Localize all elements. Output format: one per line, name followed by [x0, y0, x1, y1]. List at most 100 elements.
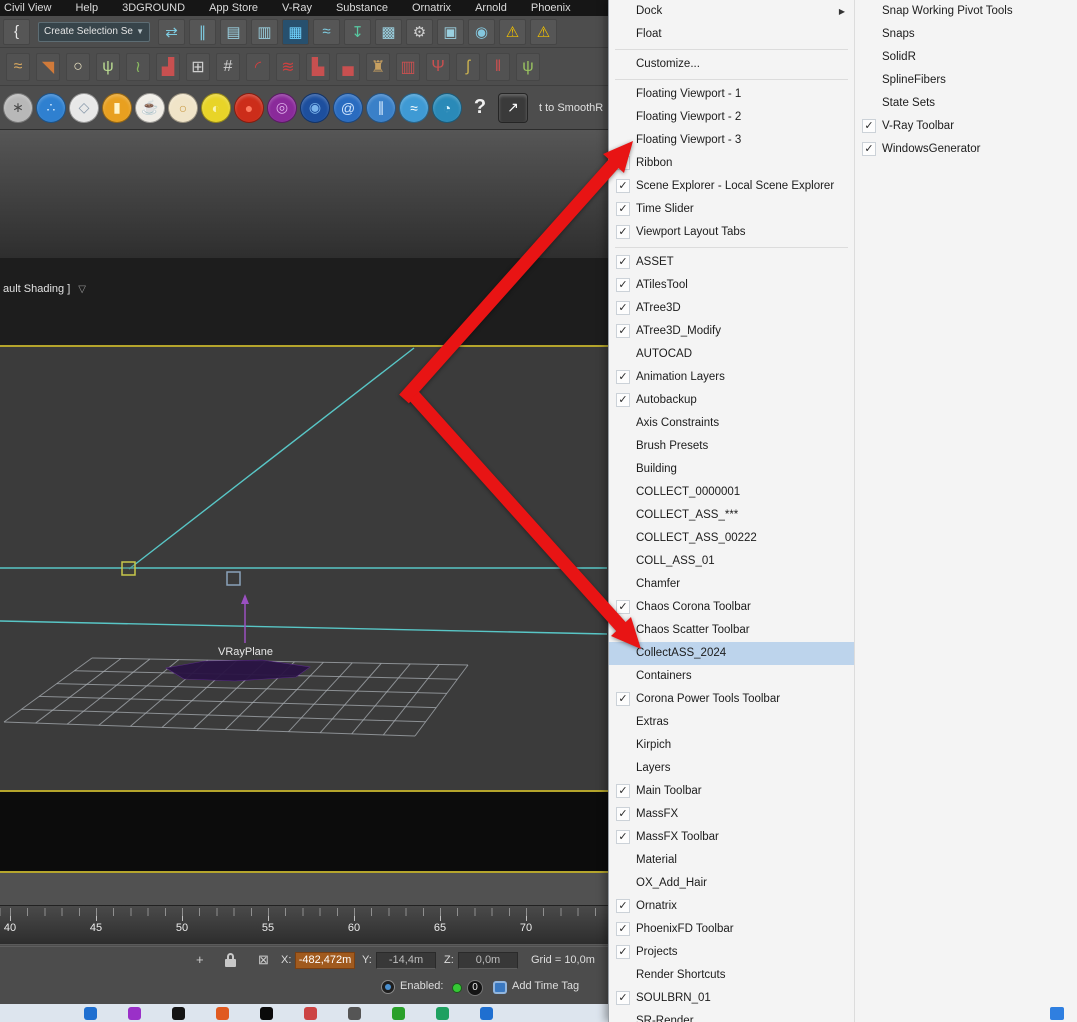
water-drops-icon[interactable]: ∴ — [36, 92, 66, 123]
viewport-shading-label[interactable]: ault Shading ] ▽ — [3, 283, 86, 295]
absolute-mode-icon[interactable]: ⊠ — [258, 952, 269, 968]
z-coordinate-field[interactable]: 0,0m — [458, 952, 518, 969]
menu-item-autocad[interactable]: AUTOCAD — [609, 343, 854, 366]
menu-item-projects[interactable]: ✓ Projects — [609, 941, 854, 964]
menu-item-windowsgenerator[interactable]: ✓ WindowsGenerator — [855, 138, 1077, 161]
menu-item-brush-presets[interactable]: Brush Presets — [609, 435, 854, 458]
menu-item-chaos-corona-toolbar[interactable]: ✓ Chaos Corona Toolbar — [609, 596, 854, 619]
align-icon[interactable]: ∥ — [189, 18, 216, 45]
red-bars-icon[interactable]: ▥ — [396, 52, 420, 81]
taskbar-app-icon[interactable] — [436, 1006, 449, 1020]
menu-item-containers[interactable]: Containers — [609, 665, 854, 688]
enabled-indicator[interactable] — [452, 983, 462, 993]
beer-mug-icon[interactable]: ▮ — [102, 92, 132, 123]
menu-item-v-ray-toolbar[interactable]: ✓ V-Ray Toolbar — [855, 115, 1077, 138]
menubar-item-civil-view[interactable]: Civil View — [0, 2, 63, 14]
menu-item-dock[interactable]: Dock ▶ — [609, 0, 854, 23]
willow-icon[interactable]: ʃ — [456, 52, 480, 81]
menu-item-state-sets[interactable]: State Sets — [855, 92, 1077, 115]
taskbar-app-icon[interactable] — [304, 1006, 317, 1020]
sea-globe-icon[interactable]: ◔ — [432, 92, 462, 123]
purple-disc-icon[interactable]: ◎ — [267, 92, 297, 123]
menu-item-ox-add-hair[interactable]: OX_Add_Hair — [609, 872, 854, 895]
menu-item-corona-power-tools-toolbar[interactable]: ✓ Corona Power Tools Toolbar — [609, 688, 854, 711]
blue-swirl-icon[interactable]: ◉ — [300, 92, 330, 123]
menu-item-floating-viewport-1[interactable]: Floating Viewport - 1 — [609, 83, 854, 106]
filter-icon[interactable]: ▽ — [78, 284, 86, 295]
menu-item-collect-ass-00222[interactable]: COLLECT_ASS_00222 — [609, 527, 854, 550]
pointer-icon[interactable]: ↗ — [498, 92, 528, 123]
add-time-tag-button[interactable]: Add Time Tag — [512, 980, 579, 992]
crosshair-grid-icon[interactable]: # — [216, 52, 240, 81]
menubar-item-phoenix[interactable]: Phoenix — [519, 2, 583, 14]
histogram-icon[interactable]: ▟ — [156, 52, 180, 81]
taskbar-app-icon[interactable] — [480, 1006, 493, 1020]
material-editor-icon[interactable]: ▩ — [375, 18, 402, 45]
taskbar-app-icon[interactable] — [392, 1006, 405, 1020]
menu-item-viewport-layout-tabs[interactable]: ✓ Viewport Layout Tabs — [609, 221, 854, 244]
fern-icon[interactable]: ≀ — [126, 52, 150, 81]
menu-item-ribbon[interactable]: ✓ Ribbon — [609, 152, 854, 175]
taskbar-app-icon[interactable] — [348, 1006, 361, 1020]
x-coordinate-field[interactable]: -482,472m — [295, 952, 355, 969]
counter-badge[interactable]: 0 — [467, 980, 483, 996]
lemon-icon[interactable]: ◐ — [201, 92, 231, 123]
menu-item-massfx-toolbar[interactable]: ✓ MassFX Toolbar — [609, 826, 854, 849]
menubar-item-app-store[interactable]: App Store — [197, 2, 270, 14]
menu-item-coll-ass-01[interactable]: COLL_ASS_01 — [609, 550, 854, 573]
menu-item-axis-constraints[interactable]: Axis Constraints — [609, 412, 854, 435]
menu-item-scene-explorer-local-scene-explorer[interactable]: ✓ Scene Explorer - Local Scene Explorer — [609, 175, 854, 198]
menu-item-massfx[interactable]: ✓ MassFX — [609, 803, 854, 826]
taskbar-tray-icon[interactable] — [1050, 1007, 1064, 1020]
splash-icon[interactable]: ≈ — [6, 52, 30, 81]
status-circle-icon[interactable] — [381, 980, 395, 994]
red-plant-icon[interactable]: Ψ — [426, 52, 450, 81]
menu-item-animation-layers[interactable]: ✓ Animation Layers — [609, 366, 854, 389]
menu-item-floating-viewport-2[interactable]: Floating Viewport - 2 — [609, 106, 854, 129]
reed-icon[interactable]: ‖ — [486, 52, 510, 81]
red-waves-icon[interactable]: ≋ — [276, 52, 300, 81]
taskbar-app-icon[interactable] — [216, 1006, 229, 1020]
grid-icon[interactable]: ⊞ — [186, 52, 210, 81]
layer-explorer-icon[interactable]: ▤ — [220, 18, 247, 45]
menu-item-atilestool[interactable]: ✓ ATilesTool — [609, 274, 854, 297]
selection-gizmo-icon[interactable]: + — [196, 952, 204, 967]
pin-icon[interactable]: ○ — [66, 52, 90, 81]
wave-icon[interactable]: ≈ — [399, 92, 429, 123]
viewport-layout-icon[interactable]: ▦ — [282, 18, 309, 45]
menu-item-time-slider[interactable]: ✓ Time Slider — [609, 198, 854, 221]
tower-icon[interactable]: ♜ — [366, 52, 390, 81]
scene-explorer-icon[interactable]: ▥ — [251, 18, 278, 45]
menubar-item-substance[interactable]: Substance — [324, 2, 400, 14]
render-production-icon[interactable]: ◉ — [468, 18, 495, 45]
help-icon[interactable]: ? — [465, 93, 495, 123]
taskbar-app-icon[interactable] — [84, 1006, 97, 1020]
taskbar-app-icon[interactable] — [260, 1006, 273, 1020]
menubar-item-3dground[interactable]: 3DGROUND — [110, 2, 197, 14]
menu-item-customize[interactable]: Customize... — [609, 53, 854, 76]
waterfall-icon[interactable]: ∥ — [366, 92, 396, 123]
histogram-icon[interactable]: ▙ — [306, 52, 330, 81]
selection-set-dropdown[interactable]: Create Selection Se ▼ — [38, 21, 150, 42]
menu-item-soulbrn-01[interactable]: ✓ SOULBRN_01 — [609, 987, 854, 1010]
red-curve-icon[interactable]: ◜ — [246, 52, 270, 81]
menu-item-ornatrix[interactable]: ✓ Ornatrix — [609, 895, 854, 918]
time-tag-icon[interactable] — [493, 981, 507, 994]
brush-splash-icon[interactable]: ∗ — [3, 92, 33, 123]
menu-item-extras[interactable]: Extras — [609, 711, 854, 734]
coffee-cup-icon[interactable]: ☕ — [135, 92, 165, 123]
menubar-item-ornatrix[interactable]: Ornatrix — [400, 2, 463, 14]
menu-item-floating-viewport-3[interactable]: Floating Viewport - 3 — [609, 129, 854, 152]
render-setup-icon[interactable]: ⚙ — [406, 18, 433, 45]
warning-icon[interactable]: ⚠ — [499, 18, 526, 45]
taskbar-app-icon[interactable] — [172, 1006, 185, 1020]
menu-item-chaos-scatter-toolbar[interactable]: ✓ Chaos Scatter Toolbar — [609, 619, 854, 642]
red-sphere-icon[interactable]: ● — [234, 92, 264, 123]
mirror-icon[interactable]: ⇄ — [158, 18, 185, 45]
menu-item-layers[interactable]: Layers — [609, 757, 854, 780]
menu-item-splinefibers[interactable]: SplineFibers — [855, 69, 1077, 92]
menu-item-material[interactable]: Material — [609, 849, 854, 872]
menu-item-collectass-2024[interactable]: CollectASS_2024 — [609, 642, 854, 665]
menu-item-building[interactable]: Building — [609, 458, 854, 481]
curve-editor-icon[interactable]: ≈ — [313, 18, 340, 45]
